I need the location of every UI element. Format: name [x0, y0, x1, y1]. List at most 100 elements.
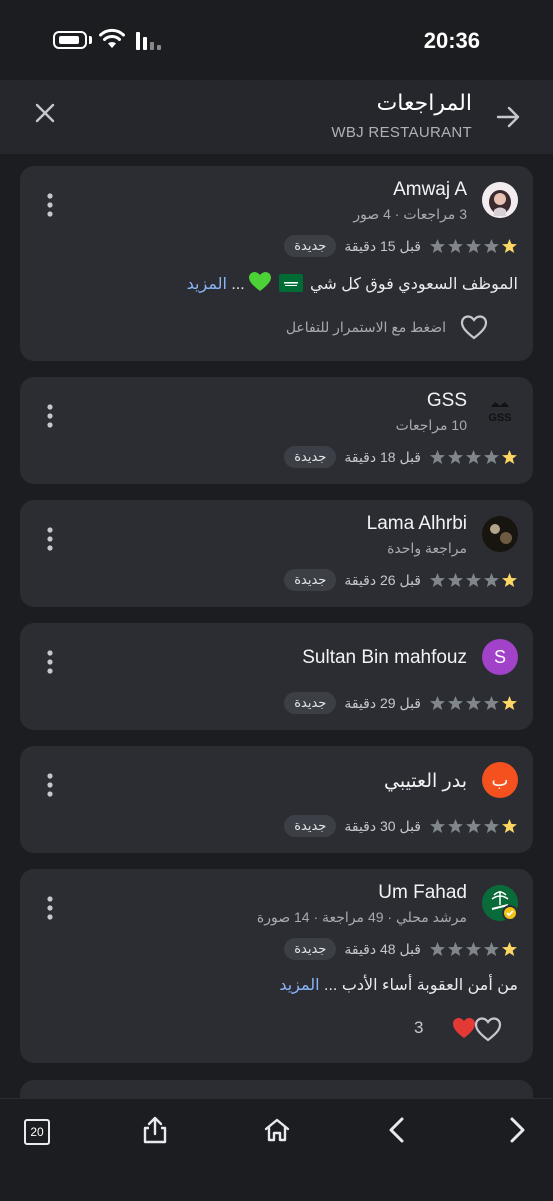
- tab-count-button[interactable]: 20: [24, 1119, 50, 1145]
- more-options-icon[interactable]: [42, 895, 58, 921]
- page-subtitle: WBJ RESTAURANT: [331, 124, 472, 141]
- star-empty-icon: [448, 942, 463, 956]
- star-empty-icon: [430, 450, 445, 464]
- red-heart-icon: [453, 1018, 475, 1038]
- review-time: قبل 30 دقيقة: [344, 817, 421, 834]
- more-options-icon[interactable]: [42, 772, 58, 798]
- status-bar: 20:36: [0, 0, 553, 80]
- review-card: S Sultan Bin mahfouz قبل 29 دقيقة جديدة: [20, 623, 533, 730]
- close-icon[interactable]: [30, 98, 60, 128]
- avatar[interactable]: GSS: [482, 393, 518, 429]
- home-icon[interactable]: [263, 1117, 291, 1143]
- avatar-text: GSS: [488, 412, 511, 424]
- avatar[interactable]: ب: [482, 762, 518, 798]
- status-time: 20:36: [423, 28, 480, 53]
- green-heart-icon: [249, 272, 272, 291]
- star-empty-icon: [448, 573, 463, 587]
- star-empty-icon: [430, 573, 445, 587]
- reaction-count: 3: [414, 1018, 424, 1037]
- star-empty-icon: [484, 942, 499, 956]
- star-empty-icon: [430, 819, 445, 833]
- reviewer-meta: مراجعة واحدة: [387, 540, 467, 556]
- avatar[interactable]: [482, 516, 518, 552]
- star-empty-icon: [484, 573, 499, 587]
- star-rating: [429, 818, 518, 834]
- star-empty-icon: [484, 696, 499, 710]
- star-rating: [429, 941, 518, 957]
- review-card: ب بدر العتيبي قبل 30 دقيقة جديدة: [20, 746, 533, 853]
- like-hint: اضغط مع الاستمرار للتفاعل: [285, 318, 446, 335]
- review-time: قبل 29 دقيقة: [344, 694, 421, 711]
- star-filled-icon: [502, 942, 517, 956]
- star-empty-icon: [466, 942, 481, 956]
- new-badge: جديدة: [284, 446, 337, 468]
- star-filled-icon: [502, 696, 517, 710]
- more-options-icon[interactable]: [42, 649, 58, 675]
- star-empty-icon: [466, 573, 481, 587]
- back-arrow-icon[interactable]: [493, 102, 523, 132]
- reviewer-meta: مرشد محلي · 49 مراجعة · 14 صورة: [256, 909, 467, 925]
- review-time: قبل 18 دقيقة: [344, 448, 421, 465]
- rating-row: قبل 30 دقيقة جديدة: [284, 814, 518, 838]
- star-rating: [429, 238, 518, 254]
- star-filled-icon: [502, 819, 517, 833]
- review-card: Lama Alhrbi مراجعة واحدة قبل 26 دقيقة جد…: [20, 500, 533, 607]
- star-empty-icon: [466, 450, 481, 464]
- chevron-left-icon[interactable]: [386, 1115, 408, 1145]
- reviewer-name[interactable]: Sultan Bin mahfouz: [302, 647, 467, 669]
- browser-toolbar: 20: [0, 1098, 553, 1201]
- read-more-link[interactable]: المزيد: [187, 276, 227, 293]
- share-icon[interactable]: [141, 1115, 169, 1145]
- new-badge: جديدة: [284, 235, 337, 257]
- new-badge: جديدة: [284, 938, 337, 960]
- star-empty-icon: [430, 696, 445, 710]
- ellipsis: ...: [231, 276, 245, 293]
- reviewer-name[interactable]: Amwaj A: [393, 179, 467, 201]
- rating-row: قبل 18 دقيقة جديدة: [284, 445, 518, 469]
- star-empty-icon: [448, 696, 463, 710]
- star-filled-icon: [502, 450, 517, 464]
- reviewer-meta: 10 مراجعات: [395, 417, 467, 433]
- new-badge: جديدة: [284, 569, 337, 591]
- ellipsis: ...: [324, 977, 338, 994]
- star-empty-icon: [484, 239, 499, 253]
- more-options-icon[interactable]: [42, 526, 58, 552]
- page-title: المراجعات: [376, 90, 472, 115]
- review-body: الموظف السعودي فوق كل شي: [310, 276, 518, 293]
- rating-row: قبل 29 دقيقة جديدة: [284, 691, 518, 715]
- chevron-right-icon[interactable]: [506, 1115, 528, 1145]
- reviewer-name[interactable]: GSS: [427, 390, 467, 412]
- read-more-link[interactable]: المزيد: [279, 977, 319, 994]
- more-options-icon[interactable]: [42, 192, 58, 218]
- star-filled-icon: [502, 573, 517, 587]
- star-rating: [429, 572, 518, 588]
- rating-row: قبل 26 دقيقة جديدة: [284, 568, 518, 592]
- battery-icon: [53, 31, 87, 49]
- star-empty-icon: [466, 696, 481, 710]
- rating-row: قبل 48 دقيقة جديدة: [284, 937, 518, 961]
- avatar[interactable]: S: [482, 639, 518, 675]
- reviewer-name[interactable]: Um Fahad: [378, 882, 467, 904]
- star-filled-icon: [502, 239, 517, 253]
- signal-icon: [136, 32, 161, 50]
- star-empty-icon: [430, 942, 445, 956]
- rating-row: قبل 15 دقيقة جديدة: [284, 234, 518, 258]
- star-empty-icon: [484, 450, 499, 464]
- heart-icon[interactable]: [460, 314, 488, 340]
- avatar[interactable]: [482, 885, 518, 921]
- wifi-icon: [99, 28, 125, 48]
- star-empty-icon: [448, 819, 463, 833]
- star-rating: [429, 449, 518, 465]
- review-card: GSS GSS 10 مراجعات قبل 18 دقيقة جديدة: [20, 377, 533, 484]
- avatar[interactable]: [482, 182, 518, 218]
- review-card: Amwaj A 3 مراجعات · 4 صور قبل 15 دقيقة ج…: [20, 166, 533, 361]
- reviewer-name[interactable]: Lama Alhrbi: [367, 513, 467, 535]
- like-row: اضغط مع الاستمرار للتفاعل: [20, 314, 488, 340]
- star-empty-icon: [448, 450, 463, 464]
- star-empty-icon: [466, 819, 481, 833]
- more-options-icon[interactable]: [42, 403, 58, 429]
- reviewer-name[interactable]: بدر العتيبي: [384, 770, 467, 793]
- review-body: من أمن العقوبة أساء الأدب: [341, 977, 518, 994]
- review-time: قبل 48 دقيقة: [344, 940, 421, 957]
- heart-icon[interactable]: [474, 1016, 502, 1042]
